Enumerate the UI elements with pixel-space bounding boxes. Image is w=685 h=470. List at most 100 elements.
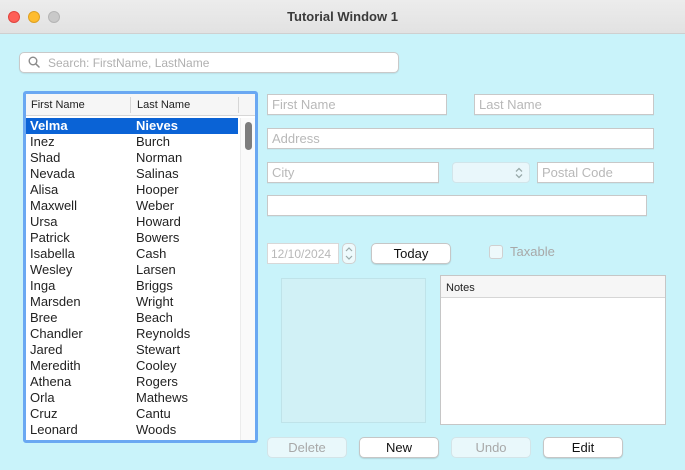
- city-input[interactable]: [268, 163, 438, 182]
- first-name-input[interactable]: [268, 95, 446, 114]
- first-name-cell: Shad: [30, 150, 61, 165]
- list-row[interactable]: Marsden Wright: [26, 294, 238, 310]
- list-row[interactable]: Inez Burch: [26, 134, 238, 150]
- column-divider: [238, 97, 239, 113]
- list-row[interactable]: Shad Norman: [26, 150, 238, 166]
- list-row[interactable]: Maxwell Weber: [26, 198, 238, 214]
- last-name-cell: Rogers: [136, 374, 178, 389]
- first-name-cell: Velma: [30, 118, 68, 133]
- last-name-cell: Beach: [136, 310, 173, 325]
- first-name-cell: Orla: [30, 390, 55, 405]
- first-name-cell: Ursa: [30, 214, 58, 229]
- column-header-first-name[interactable]: First Name: [31, 99, 85, 111]
- taxable-checkbox[interactable]: [489, 245, 503, 259]
- edit-button[interactable]: Edit: [543, 437, 623, 458]
- last-name-cell: Mathews: [136, 390, 189, 405]
- last-name-cell: Cash: [136, 246, 167, 261]
- image-well[interactable]: [281, 278, 426, 423]
- first-name-cell: Isabella: [30, 246, 75, 261]
- last-name-cell: Norman: [136, 150, 183, 165]
- extra-input[interactable]: [268, 196, 646, 215]
- list-row[interactable]: Inga Briggs: [26, 278, 238, 294]
- last-name-cell: Salinas: [136, 166, 179, 181]
- list-row[interactable]: Leonard Woods: [26, 422, 238, 438]
- up-down-chevron-icon: [515, 167, 523, 179]
- last-name-cell: Cooley: [136, 358, 177, 373]
- column-divider: [130, 97, 131, 113]
- last-name-cell: Stewart: [136, 342, 181, 357]
- up-down-chevron-icon: [345, 247, 353, 260]
- extra-field[interactable]: [267, 195, 647, 216]
- undo-button[interactable]: Undo: [451, 437, 531, 458]
- last-name-cell: Burch: [136, 134, 170, 149]
- search-input[interactable]: [46, 53, 396, 72]
- city-field[interactable]: [267, 162, 439, 183]
- list-row[interactable]: Jared Stewart: [26, 342, 238, 358]
- scroll-thumb[interactable]: [245, 122, 252, 150]
- list-header: First Name Last Name: [26, 94, 255, 116]
- first-name-cell: Leonard: [30, 422, 78, 437]
- list-row[interactable]: Velma Nieves: [26, 118, 238, 134]
- list-row[interactable]: Cruz Cantu: [26, 406, 238, 422]
- list-scrollbar[interactable]: [240, 118, 255, 440]
- first-name-cell: Marsden: [30, 294, 81, 309]
- list-row[interactable]: Athena Rogers: [26, 374, 238, 390]
- list-row[interactable]: Wesley Larsen: [26, 262, 238, 278]
- date-field[interactable]: 12/10/2024: [267, 243, 339, 264]
- first-name-cell: Jared: [30, 342, 63, 357]
- last-name-cell: Nieves: [136, 118, 178, 133]
- first-name-cell: Meredith: [30, 358, 81, 373]
- search-icon: [28, 56, 40, 68]
- list-row[interactable]: Alisa Hooper: [26, 182, 238, 198]
- first-name-cell: Maxwell: [30, 198, 77, 213]
- list-row[interactable]: Nevada Salinas: [26, 166, 238, 182]
- first-name-cell: Nevada: [30, 166, 75, 181]
- first-name-cell: Cruz: [30, 406, 58, 421]
- list-row[interactable]: Patrick Bowers: [26, 230, 238, 246]
- list-row[interactable]: Bree Beach: [26, 310, 238, 326]
- address-field[interactable]: [267, 128, 654, 149]
- first-name-cell: Inga: [30, 278, 56, 293]
- last-name-input[interactable]: [475, 95, 653, 114]
- people-list[interactable]: First Name Last Name Velma Nieves Inez Burc…: [23, 91, 258, 443]
- first-name-cell: Athena: [30, 374, 72, 389]
- first-name-cell: Wesley: [30, 262, 73, 277]
- search-field[interactable]: [19, 52, 399, 73]
- first-name-cell: Alisa: [30, 182, 59, 197]
- list-row[interactable]: Chandler Reynolds: [26, 326, 238, 342]
- list-row[interactable]: Ursa Howard: [26, 214, 238, 230]
- last-name-cell: Wright: [136, 294, 174, 309]
- last-name-cell: Larsen: [136, 262, 176, 277]
- notes-table[interactable]: Notes: [440, 275, 666, 425]
- taxable-label: Taxable: [510, 244, 555, 259]
- date-stepper[interactable]: [342, 243, 356, 264]
- first-name-cell: Chandler: [30, 326, 83, 341]
- address-input[interactable]: [268, 129, 653, 148]
- list-row[interactable]: Orla Mathews: [26, 390, 238, 406]
- column-header-last-name[interactable]: Last Name: [137, 99, 190, 111]
- list-rows: Velma Nieves Inez Burch Shad Norman Nevada Sali…: [26, 118, 238, 438]
- last-name-cell: Bowers: [136, 230, 180, 245]
- first-name-cell: Inez: [30, 134, 55, 149]
- postal-code-field[interactable]: [537, 162, 654, 183]
- list-row[interactable]: Isabella Cash: [26, 246, 238, 262]
- title-bar: Tutorial Window 1: [0, 0, 685, 34]
- last-name-cell: Howard: [136, 214, 181, 229]
- first-name-cell: Patrick: [30, 230, 70, 245]
- last-name-cell: Reynolds: [136, 326, 191, 341]
- new-button[interactable]: New: [359, 437, 439, 458]
- today-button[interactable]: Today: [371, 243, 451, 264]
- last-name-cell: Cantu: [136, 406, 171, 421]
- first-name-cell: Bree: [30, 310, 58, 325]
- last-name-field[interactable]: [474, 94, 654, 115]
- notes-header: Notes: [441, 276, 665, 298]
- last-name-cell: Woods: [136, 422, 177, 437]
- delete-button[interactable]: Delete: [267, 437, 347, 458]
- window-title: Tutorial Window 1: [287, 9, 398, 24]
- postal-code-input[interactable]: [538, 163, 653, 182]
- last-name-cell: Hooper: [136, 182, 179, 197]
- last-name-cell: Briggs: [136, 278, 173, 293]
- first-name-field[interactable]: [267, 94, 447, 115]
- list-row[interactable]: Meredith Cooley: [26, 358, 238, 374]
- state-popup-button[interactable]: [452, 162, 530, 183]
